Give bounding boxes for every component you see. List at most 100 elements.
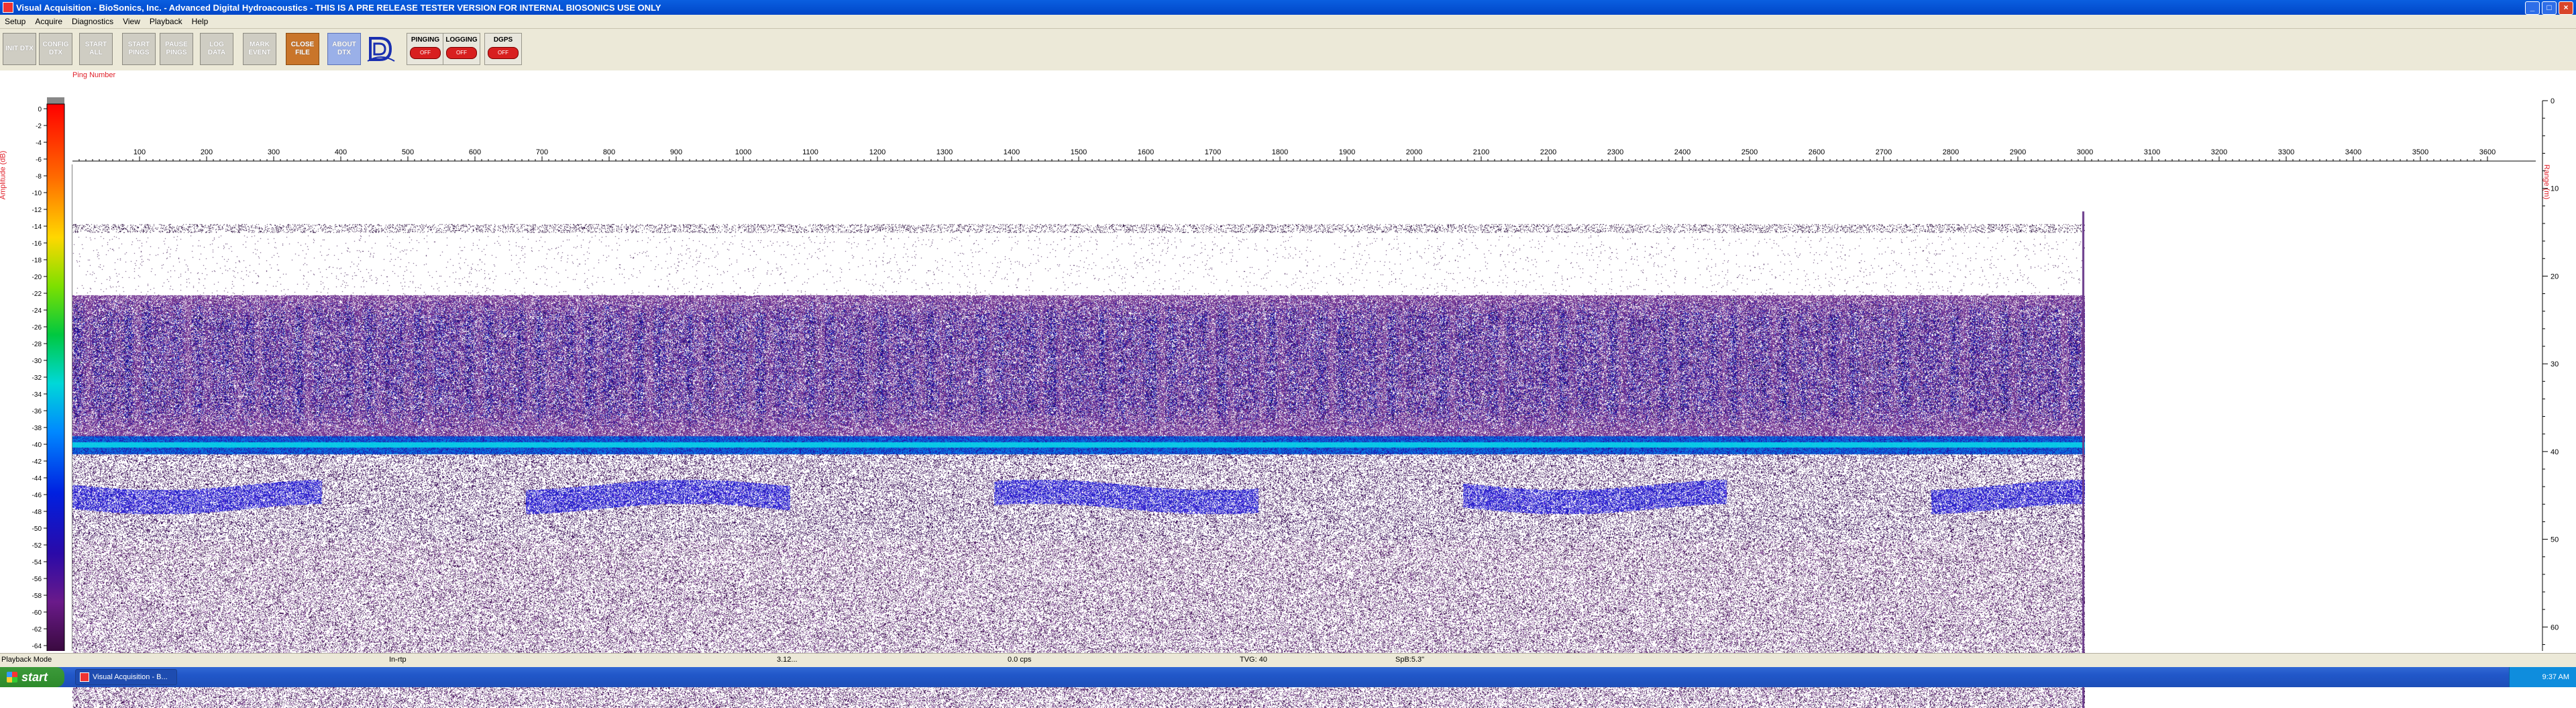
mark-event-button[interactable]: MARK EVENT [243, 33, 276, 65]
ping-tick-label: 2300 [1607, 148, 1623, 156]
amplitude-colorbar[interactable] [46, 103, 65, 651]
ping-tick-label: 2000 [1406, 148, 1422, 156]
taskbar-item-visual-acquisition[interactable]: Visual Acquisition - B... [75, 669, 177, 685]
ping-tick-label: 300 [268, 148, 280, 156]
start-pings-button[interactable]: START PINGS [122, 33, 156, 65]
amplitude-tick-label: -36 [32, 408, 42, 415]
ping-tick-label: 1300 [936, 148, 953, 156]
menu-help[interactable]: Help [187, 17, 213, 26]
title-bar: Visual Acquisition - BioSonics, Inc. - A… [0, 0, 2576, 15]
echogram-panel: Ping Number Amplitude (dB) Range (m) 100… [0, 70, 2576, 708]
dgps-indicator: DGPS OFF [484, 33, 522, 65]
ping-tick-label: 2200 [1540, 148, 1556, 156]
amplitude-tick-label: -34 [32, 391, 42, 399]
logging-indicator: LOGGING OFF [443, 33, 480, 65]
dgps-label: DGPS [493, 36, 513, 44]
ping-tick-label: 2600 [1809, 148, 1825, 156]
ping-tick-label: 3400 [2345, 148, 2361, 156]
ping-tick-label: 2100 [1473, 148, 1489, 156]
status-spb: SpB:5.3" [1395, 656, 1425, 664]
status-mode: Playback Mode [1, 656, 52, 664]
ping-tick-label: 3200 [2211, 148, 2227, 156]
taskbar-item-label: Visual Acquisition - B... [93, 673, 168, 681]
amplitude-tick-label: -18 [32, 257, 42, 264]
ping-tick-label: 400 [335, 148, 347, 156]
amplitude-tick-label: -22 [32, 291, 42, 298]
log-data-button[interactable]: LOG DATA [200, 33, 233, 65]
menu-acquire[interactable]: Acquire [30, 17, 67, 26]
pinging-indicator: PINGING OFF [407, 33, 444, 65]
status-tvg: TVG: 40 [1240, 656, 1267, 664]
start-label: start [21, 670, 48, 684]
echogram-canvas[interactable] [72, 164, 2085, 708]
ping-tick-label: 1800 [1272, 148, 1288, 156]
biosonics-logo-icon [367, 37, 395, 62]
ping-tick-label: 900 [670, 148, 682, 156]
menu-diagnostics[interactable]: Diagnostics [67, 17, 118, 26]
init-dtx-button[interactable]: INIT DTX [3, 33, 36, 65]
window-title: Visual Acquisition - BioSonics, Inc. - A… [16, 2, 661, 13]
amplitude-tick-label: -32 [32, 374, 42, 382]
ping-tick-label: 2800 [1943, 148, 1959, 156]
amplitude-tick-label: -8 [36, 173, 42, 181]
menu-view[interactable]: View [118, 17, 145, 26]
range-tick-label: 50 [2551, 536, 2559, 544]
range-tick-label: 0 [2551, 97, 2555, 105]
ping-tick-label: 2400 [1674, 148, 1690, 156]
menu-playback[interactable]: Playback [145, 17, 187, 26]
ping-tick-label: 1100 [802, 148, 818, 156]
ping-tick-label: 1200 [869, 148, 885, 156]
amplitude-tick-label: -24 [32, 307, 42, 315]
ping-tick-label: 500 [402, 148, 414, 156]
ping-tick-label: 3100 [2144, 148, 2160, 156]
amplitude-tick-label: -48 [32, 509, 42, 516]
amplitude-tick-label: -56 [32, 576, 42, 583]
system-tray: 9:37 AM [2509, 667, 2576, 687]
ping-tick-label: 3300 [2278, 148, 2294, 156]
status-file: 3.12... [777, 656, 798, 664]
amplitude-tick-label: -16 [32, 240, 42, 248]
range-tick-label: 40 [2551, 448, 2559, 456]
close-file-button[interactable]: CLOSE FILE [286, 33, 319, 65]
ping-tick-label: 800 [603, 148, 615, 156]
pinging-status: OFF [410, 47, 441, 59]
maximize-button[interactable]: □ [2542, 1, 2557, 15]
toolbar: INIT DTX CONFIG DTX START ALL START PING… [0, 29, 2576, 70]
about-dtx-button[interactable]: ABOUT DTX [327, 33, 361, 65]
start-button[interactable]: start [0, 667, 64, 687]
menu-bar: Setup Acquire Diagnostics View Playback … [0, 15, 2576, 29]
dgps-status: OFF [488, 47, 519, 59]
taskbar: start Visual Acquisition - B... 9:37 AM [0, 667, 2576, 687]
amplitude-tick-label: -20 [32, 274, 42, 281]
amplitude-tick-label: -60 [32, 609, 42, 617]
ping-tick-label: 2700 [1876, 148, 1892, 156]
ping-tick-label: 600 [469, 148, 481, 156]
menu-setup[interactable]: Setup [0, 17, 30, 26]
range-tick-label: 10 [2551, 185, 2559, 193]
amplitude-tick-label: -6 [36, 156, 42, 164]
ping-tick-label: 3600 [2479, 148, 2496, 156]
ping-tick-label: 100 [133, 148, 146, 156]
amplitude-tick-label: -10 [32, 190, 42, 197]
amplitude-tick-label: -26 [32, 324, 42, 332]
ping-tick-label: 3000 [2077, 148, 2093, 156]
ping-tick-label: 1900 [1339, 148, 1355, 156]
colorbar-cap [47, 97, 64, 104]
config-dtx-button[interactable]: CONFIG DTX [39, 33, 72, 65]
amplitude-tick-label: -62 [32, 626, 42, 634]
ping-tick-label: 1400 [1004, 148, 1020, 156]
amplitude-tick-label: 0 [38, 106, 42, 113]
ping-tick-label: 3500 [2412, 148, 2428, 156]
amplitude-tick-label: -12 [32, 207, 42, 214]
pause-pings-button[interactable]: PAUSE PINGS [160, 33, 193, 65]
amplitude-tick-label: -40 [32, 442, 42, 449]
close-window-button[interactable]: × [2559, 1, 2573, 15]
logging-label: LOGGING [445, 36, 478, 44]
minimize-button[interactable]: _ [2525, 1, 2540, 15]
ping-tick-label: 1000 [735, 148, 751, 156]
amplitude-tick-label: -46 [32, 492, 42, 499]
start-all-button[interactable]: START ALL [79, 33, 113, 65]
ping-tick-label: 1500 [1071, 148, 1087, 156]
range-tick-label: 30 [2551, 360, 2559, 368]
status-bar: Playback Mode In-rtp 3.12... 0.0 cps TVG… [0, 653, 2576, 667]
